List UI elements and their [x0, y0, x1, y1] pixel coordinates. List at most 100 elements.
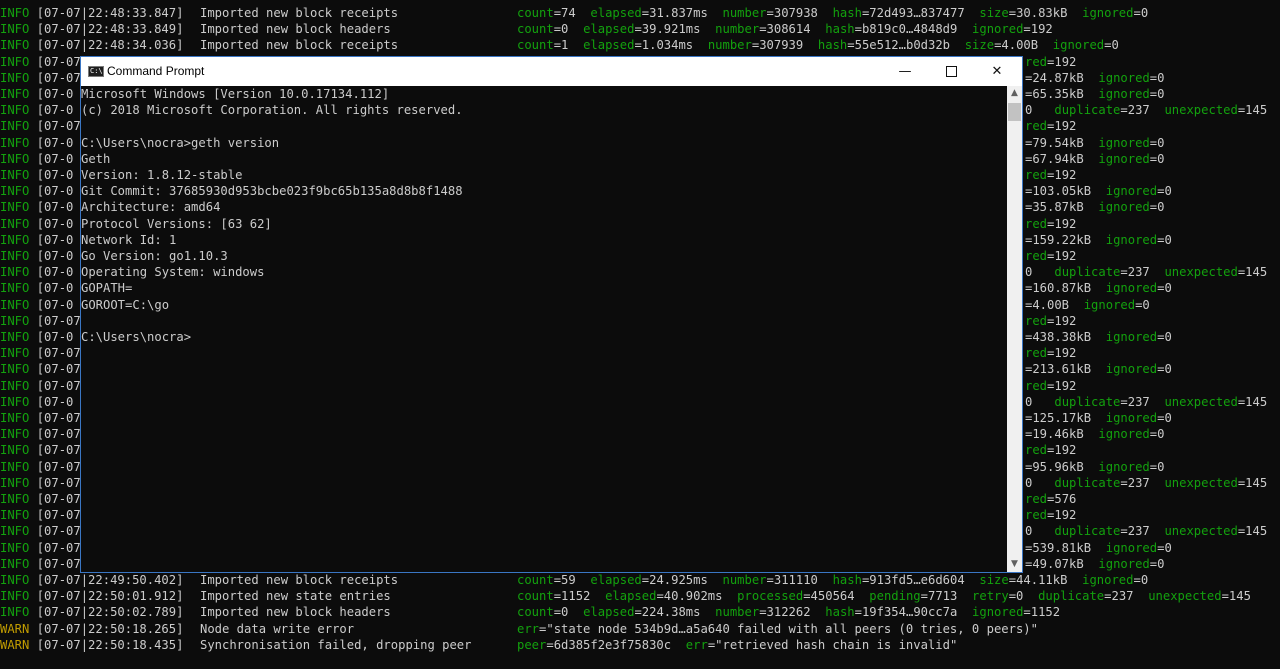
title-bar[interactable]: C:\ Command Prompt — ✕ — [81, 57, 1022, 86]
vertical-scrollbar[interactable]: ▲ ▼ — [1007, 86, 1022, 572]
log-fields-tail: =35.87kB ignored=0 — [1025, 200, 1165, 215]
log-prefix: INFO [07-0 — [0, 232, 73, 248]
log-prefix: INFO [07-07|22:48:33.849] — [0, 21, 183, 37]
log-time: [07-07|22:50:18.435] — [29, 637, 184, 652]
log-level: INFO — [0, 411, 30, 425]
log-fields-tail: =539.81kB ignored=0 — [1025, 540, 1172, 555]
log-fields-tail: red=192 — [1025, 378, 1077, 393]
log-time: [07-07 — [29, 524, 81, 539]
log-time: [07-0 — [29, 265, 74, 280]
log-level: INFO — [0, 249, 30, 263]
log-prefix: INFO [07-0 — [0, 297, 73, 313]
log-level: INFO — [0, 281, 30, 296]
console-line: (c) 2018 Microsoft Corporation. All righ… — [81, 103, 463, 118]
log-fields: count=0 elapsed=224.38ms number=312262 h… — [517, 605, 1061, 620]
log-level: INFO — [0, 459, 30, 474]
log-level: INFO — [0, 265, 30, 280]
log-prefix: INFO [07-0 — [0, 329, 73, 345]
maximize-button[interactable] — [928, 57, 974, 86]
log-prefix: INFO [07-0 — [0, 199, 73, 215]
log-time: [07-07 — [29, 443, 81, 458]
log-prefix: INFO [07-0 — [0, 167, 73, 183]
close-icon: ✕ — [991, 64, 1003, 79]
log-prefix: WARN [07-07|22:50:18.435] — [0, 637, 183, 653]
scroll-up-icon[interactable]: ▲ — [1007, 86, 1022, 101]
log-fields: count=0 elapsed=39.921ms number=308614 h… — [517, 22, 1053, 37]
log-level: INFO — [0, 200, 30, 215]
log-time: [07-07 — [29, 540, 81, 555]
log-level: INFO — [0, 87, 30, 101]
log-fields-tail: 0 duplicate=237 unexpected=145 — [1025, 524, 1268, 539]
log-message: Imported new block receipts — [200, 6, 399, 20]
log-time: [07-07 — [29, 492, 81, 506]
log-prefix: INFO [07-07 — [0, 345, 81, 361]
log-time: [07-07 — [29, 556, 81, 571]
log-message: Imported new block headers — [200, 605, 391, 620]
console-line: GOPATH= — [81, 281, 133, 296]
log-fields-tail: red=192 — [1025, 313, 1077, 328]
log-fields-tail: =67.94kB ignored=0 — [1025, 151, 1165, 166]
log-fields-tail: =213.61kB ignored=0 — [1025, 362, 1172, 377]
log-fields-tail: =125.17kB ignored=0 — [1025, 411, 1172, 425]
log-time: [07-0 — [29, 232, 74, 247]
log-prefix: INFO [07-07 — [0, 378, 81, 394]
log-level: INFO — [0, 216, 30, 231]
log-level: INFO — [0, 70, 30, 85]
log-fields-tail: =79.54kB ignored=0 — [1025, 135, 1165, 150]
log-level: INFO — [0, 362, 30, 377]
log-level: WARN — [0, 637, 30, 652]
log-time: [07-07 — [29, 313, 81, 328]
log-prefix: INFO [07-07 — [0, 118, 81, 134]
log-prefix: INFO [07-07 — [0, 54, 81, 70]
log-time: [07-0 — [29, 297, 74, 312]
log-level: INFO — [0, 135, 30, 150]
log-prefix: INFO [07-07 — [0, 459, 81, 475]
log-time: [07-07 — [29, 378, 81, 393]
minimize-button[interactable]: — — [882, 57, 928, 86]
log-time: [07-0 — [29, 151, 74, 166]
console-line: GOROOT=C:\go — [81, 297, 170, 312]
log-time: [07-07|22:50:02.789] — [29, 605, 184, 620]
log-prefix: INFO [07-0 — [0, 102, 73, 118]
close-button[interactable]: ✕ — [974, 57, 1020, 86]
log-message: Imported new block headers — [200, 22, 391, 37]
log-prefix: WARN [07-07|22:50:18.265] — [0, 621, 183, 637]
scrollbar-thumb[interactable] — [1008, 103, 1021, 121]
log-time: [07-07 — [29, 54, 81, 69]
log-prefix: INFO [07-07|22:48:34.036] — [0, 37, 183, 53]
log-time: [07-0 — [29, 394, 74, 409]
log-prefix: INFO [07-07|22:50:02.789] — [0, 604, 183, 620]
log-prefix: INFO [07-07 — [0, 70, 81, 86]
console-output[interactable]: Microsoft Windows [Version 10.0.17134.11… — [81, 86, 1007, 572]
log-level: INFO — [0, 103, 30, 118]
log-prefix: INFO [07-0 — [0, 216, 73, 232]
log-prefix: INFO [07-07 — [0, 475, 81, 491]
log-time: [07-07 — [29, 427, 81, 442]
command-prompt-window[interactable]: C:\ Command Prompt — ✕ Microsoft Windows… — [80, 56, 1023, 573]
log-level: INFO — [0, 168, 30, 182]
log-fields-tail: red=192 — [1025, 508, 1077, 523]
log-prefix: INFO [07-07|22:48:33.847] — [0, 5, 183, 21]
log-prefix: INFO [07-07|22:49:50.402] — [0, 572, 183, 588]
log-level: INFO — [0, 556, 30, 571]
log-time: [07-07 — [29, 411, 81, 425]
log-level: INFO — [0, 346, 30, 361]
minimize-icon: — — [898, 64, 912, 79]
log-level: INFO — [0, 573, 30, 587]
log-fields: count=1152 elapsed=40.902ms processed=45… — [517, 589, 1251, 604]
console-line: Operating System: windows — [81, 265, 265, 280]
log-level: INFO — [0, 540, 30, 555]
scroll-down-icon[interactable]: ▼ — [1007, 557, 1022, 572]
console-line: Go Version: go1.10.3 — [81, 249, 228, 263]
log-level: INFO — [0, 378, 30, 393]
log-level: INFO — [0, 6, 30, 20]
log-time: [07-07|22:49:50.402] — [29, 573, 184, 587]
console-line: C:\Users\nocra>geth version — [81, 135, 280, 150]
log-fields-tail: red=192 — [1025, 54, 1077, 69]
log-prefix: INFO [07-0 — [0, 151, 73, 167]
console-line: Architecture: amd64 — [81, 200, 221, 215]
log-fields-tail: red=576 — [1025, 492, 1077, 506]
log-prefix: INFO [07-0 — [0, 264, 73, 280]
log-time: [07-0 — [29, 103, 74, 118]
log-level: INFO — [0, 297, 30, 312]
